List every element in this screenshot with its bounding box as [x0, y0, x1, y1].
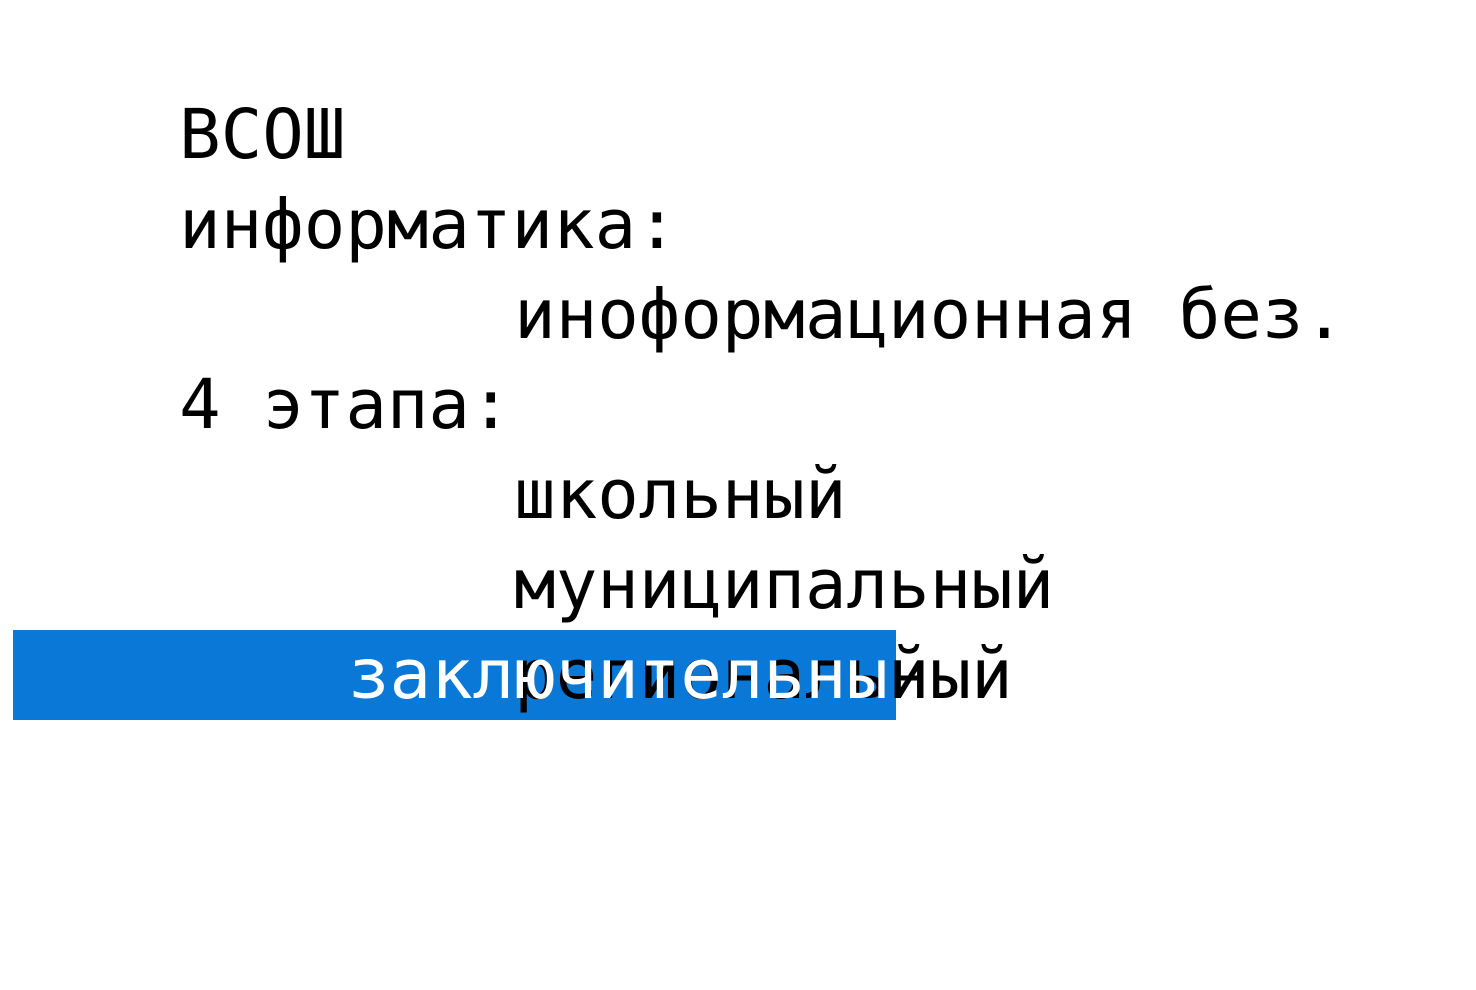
line-text: школьный: [514, 455, 847, 535]
selected-text: заключительны: [348, 635, 889, 715]
selected-text-line[interactable]: заключительный: [13, 630, 1463, 720]
line-text: муниципальный: [514, 545, 1055, 625]
line-text: ВСОШ: [179, 95, 346, 175]
text-line: ВСОШ: [13, 0, 1463, 175]
selected-line-content: заключительный: [348, 630, 930, 720]
unselected-text: й: [888, 635, 930, 715]
line-text: инoформационная без.: [514, 275, 1346, 355]
text-editor[interactable]: ВСОШ информатика: инoформационная без. 4…: [13, 0, 1463, 773]
line-text: 4 этапа:: [179, 365, 512, 445]
line-text: информатика:: [179, 185, 678, 265]
